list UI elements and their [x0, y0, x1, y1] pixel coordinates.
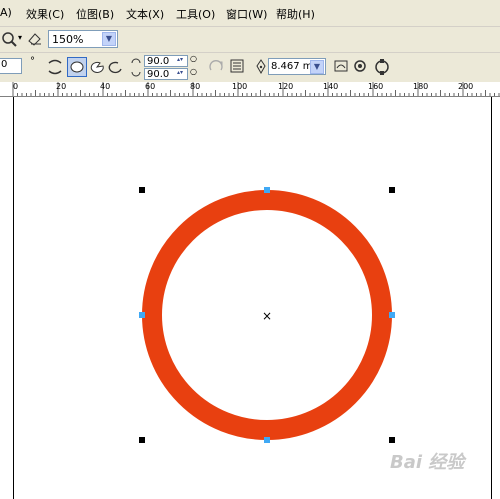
node-left[interactable] [139, 312, 145, 318]
shape-layer: × [142, 190, 392, 440]
node-right[interactable] [389, 312, 395, 318]
center-marker-icon[interactable]: × [262, 309, 272, 323]
selection-handle-bottom-left[interactable] [139, 437, 145, 443]
selection-handle-top-right[interactable] [389, 187, 395, 193]
selection-handle-bottom-right[interactable] [389, 437, 395, 443]
watermark-logo: Bai 经验 [390, 452, 465, 473]
node-bottom[interactable] [264, 437, 270, 443]
node-top[interactable] [264, 187, 270, 193]
selection-handle-top-left[interactable] [139, 187, 145, 193]
